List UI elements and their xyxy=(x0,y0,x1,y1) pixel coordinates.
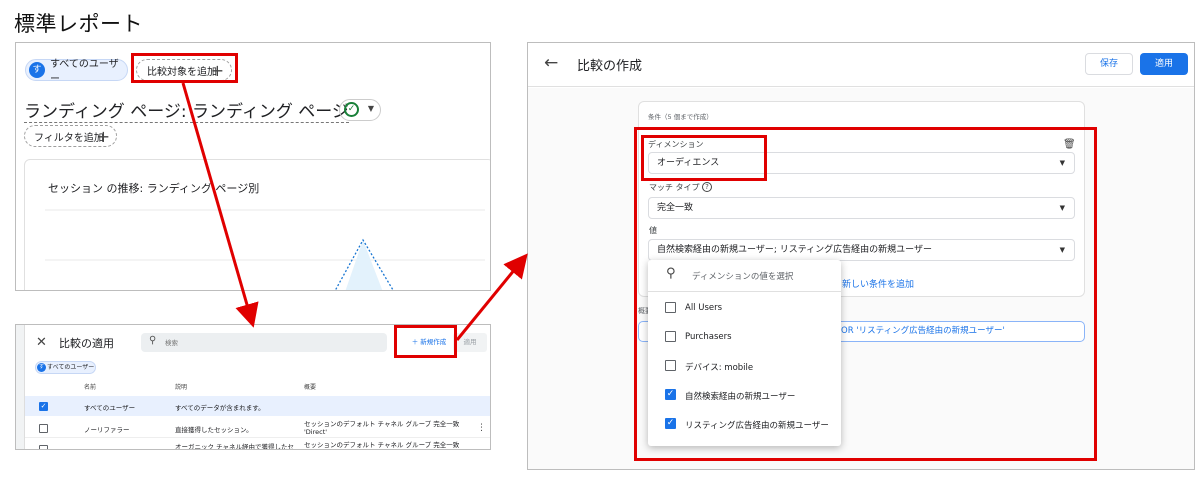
table-row[interactable]: オーガニック チャネル経由で獲得したセ セッションのデフォルト チャネル グルー… xyxy=(25,439,490,450)
more-vert-icon[interactable]: ⋮ xyxy=(477,423,486,433)
search-icon: ⚲ xyxy=(149,335,157,346)
row-summary: セッションのデフォルト チャネル グループ 完全一致 xyxy=(304,441,460,449)
all-users-chip[interactable]: す すべてのユーザー xyxy=(35,361,96,374)
chart-card: セッション の推移: ランディング ページ別 xyxy=(24,159,490,290)
table-row[interactable]: ✓ すべてのユーザー すべてのデータが含まれます。 xyxy=(25,396,490,416)
status-dropdown[interactable]: ✓ ▼ xyxy=(339,99,381,121)
chart-area xyxy=(45,209,485,290)
row-checkbox[interactable] xyxy=(39,445,48,449)
chart-fill-area xyxy=(345,240,383,290)
column-header-summary: 概要 xyxy=(304,384,317,391)
add-filter-button[interactable]: フィルタを追加 + xyxy=(24,125,117,147)
back-arrow-icon[interactable]: ← xyxy=(544,53,558,73)
report-screenshot-panel: す すべてのユーザー 比較対象を追加 + ランディング ページ: ランディング … xyxy=(15,42,491,291)
search-placeholder: 検索 xyxy=(165,339,178,347)
table-row[interactable]: ノーリファラー 直接獲得したセッション。 セッションのデフォルト チャネル グル… xyxy=(25,418,490,438)
row-description: 直接獲得したセッション。 xyxy=(175,426,253,434)
row-name: ノーリファラー xyxy=(84,426,130,434)
close-icon[interactable]: ✕ xyxy=(36,335,47,350)
apply-button[interactable]: 適用 xyxy=(1140,53,1188,75)
panel-title: 比較の作成 xyxy=(577,59,643,74)
row-description: すべてのデータが含まれます。 xyxy=(175,404,265,412)
add-filter-label: フィルタを追加 xyxy=(34,132,104,144)
left-rail xyxy=(16,325,25,449)
all-users-chip-label: すべてのユーザー xyxy=(47,364,95,371)
all-users-chip[interactable]: す すべてのユーザー xyxy=(25,59,128,85)
column-header-name: 名前 xyxy=(84,384,97,391)
row-name: すべてのユーザー xyxy=(84,404,136,412)
caret-down-icon: ▼ xyxy=(367,104,374,113)
highlight-add-comparison xyxy=(131,53,238,83)
row-description: オーガニック チャネル経由で獲得したセ xyxy=(175,443,295,450)
conditions-label: 条件（5 個まで作成） xyxy=(648,113,713,121)
row-summary: セッションのデフォルト チャネル グループ 完全一致 'Direct' xyxy=(304,420,460,436)
highlight-dimension xyxy=(641,135,767,181)
check-circle-icon: ✓ xyxy=(344,102,359,117)
column-header-description: 説明 xyxy=(175,384,188,391)
row-checkbox[interactable] xyxy=(39,424,48,433)
user-avatar-icon: す xyxy=(29,62,45,78)
document-title: 標準レポート xyxy=(14,12,143,36)
user-avatar-icon: す xyxy=(37,363,46,372)
page-heading[interactable]: ランディング ページ: ランディング ページ xyxy=(24,97,349,123)
panel-header: ← 比較の作成 保存 適用 xyxy=(528,43,1194,87)
highlight-new-button xyxy=(394,325,457,358)
search-input[interactable]: ⚲ 検索 xyxy=(141,333,387,352)
row-checkbox[interactable]: ✓ xyxy=(39,402,48,411)
apply-button[interactable]: 適用 xyxy=(453,333,487,352)
panel-title: 比較の適用 xyxy=(59,337,114,350)
all-users-chip-label: すべてのユーザー xyxy=(50,59,119,85)
plus-icon: + xyxy=(96,127,110,146)
save-button[interactable]: 保存 xyxy=(1085,53,1133,75)
